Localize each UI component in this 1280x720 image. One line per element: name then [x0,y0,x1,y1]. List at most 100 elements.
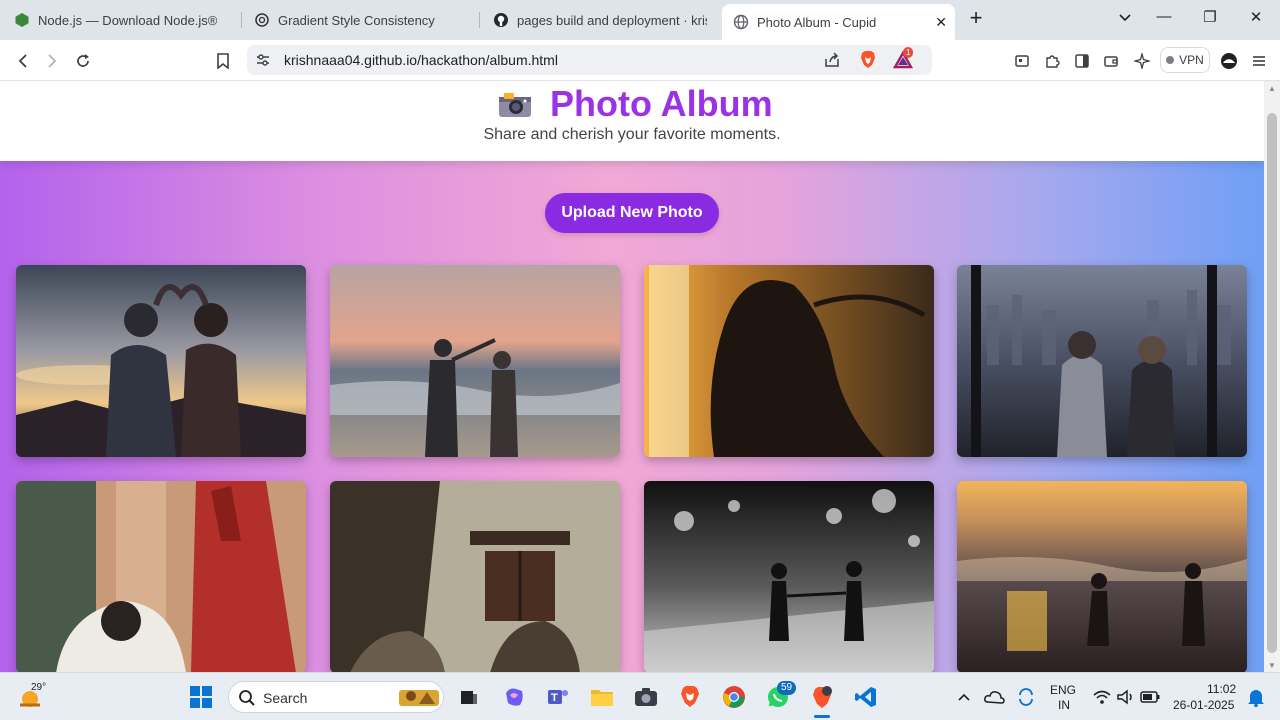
chatgpt-icon [254,12,270,28]
chevron-up-icon [958,693,970,701]
vscode-button[interactable] [852,683,880,711]
page-title: Photo Album [550,83,773,124]
search-highlight-icon [397,684,441,715]
forward-button[interactable] [41,50,63,72]
url-text: krishnaaa04.github.io/hackathon/album.ht… [284,52,558,68]
hamburger-menu-icon [1253,56,1265,66]
menu-button[interactable] [1248,50,1270,72]
battery-icon [1140,691,1160,703]
share-icon[interactable] [823,51,841,74]
tab-strip: Node.js — Download Node.js® Gradient Sty… [0,0,1280,40]
tab-gradient-style[interactable]: Gradient Style Consistency [254,0,472,40]
close-window-button[interactable]: ✕ [1244,8,1268,26]
photo-card[interactable] [957,265,1247,457]
brave-active-button[interactable] [808,683,836,711]
scrollbar-thumb[interactable] [1267,113,1277,653]
photo-card[interactable] [957,481,1247,672]
brave-profile-icon [813,686,832,708]
page-scrollbar[interactable]: ▲ ▼ [1264,81,1280,672]
photo-old-house-vintage [330,481,620,672]
copilot-icon [506,688,523,706]
tab-nodejs[interactable]: Node.js — Download Node.js® [14,0,234,40]
speaker-icon [1117,689,1132,705]
bookmark-button[interactable] [212,50,234,72]
tab-title: Photo Album - Cupid [757,14,877,30]
battery-button[interactable] [1136,683,1164,711]
upload-photo-button[interactable]: Upload New Photo [545,193,719,233]
profile-avatar-icon [1221,53,1237,69]
github-icon [493,12,509,28]
brave-shields-icon[interactable] [859,50,877,75]
tab-github-pages[interactable]: pages build and deployment · krishn [493,0,707,40]
photo-card[interactable] [330,481,620,672]
sync-button[interactable] [1012,683,1040,711]
photo-card[interactable] [330,265,620,457]
address-bar[interactable]: krishnaaa04.github.io/hackathon/album.ht… [247,45,932,75]
brave-browser-icon [681,686,699,707]
profile-button[interactable] [1218,50,1240,72]
minimize-button[interactable]: — [1152,8,1176,25]
tab-search-button[interactable] [1011,50,1033,72]
weather-temperature: 29° [31,682,47,693]
wallet-button[interactable] [1100,50,1122,72]
nodejs-icon [14,12,30,28]
teams-icon: T [548,690,568,704]
new-tab-button[interactable]: + [964,5,988,31]
vpn-label: VPN [1179,53,1204,67]
site-settings-icon[interactable] [255,52,271,73]
brave-taskbar-button[interactable] [676,683,704,711]
clock-time[interactable]: 11:02 [1207,682,1236,696]
restore-button[interactable]: ❐ [1198,8,1222,26]
notifications-button[interactable] [1242,683,1270,711]
photo-card[interactable] [16,481,306,672]
camera-app-button[interactable] [632,683,660,711]
show-hidden-icons-button[interactable] [950,683,978,711]
search-icon [238,689,256,712]
language-code[interactable]: ENG [1050,683,1076,697]
leo-ai-button[interactable] [1131,50,1153,72]
chrome-button[interactable] [720,683,748,711]
scroll-up-arrow-icon[interactable]: ▲ [1268,84,1276,93]
camera-icon [496,89,534,124]
photo-saree-wall [16,481,306,672]
clock-date[interactable]: 26-01-2025 [1173,698,1234,712]
sidebar-icon [1075,54,1089,68]
photo-couple-walking-bw [644,481,934,672]
vpn-button[interactable]: VPN [1160,47,1210,73]
whatsapp-unread-badge: 59 [777,681,797,695]
windows-taskbar: 29° Search T 59 ENG IN 11:02 26-01-2025 [0,672,1280,720]
onedrive-button[interactable] [980,683,1008,711]
taskbar-search-box[interactable]: Search [228,681,444,713]
start-button[interactable] [187,683,215,711]
photo-couple-dancing-beach [330,265,620,457]
language-region[interactable]: IN [1058,698,1070,712]
reload-button[interactable] [72,50,94,72]
back-button[interactable] [12,50,34,72]
photo-card[interactable] [644,265,934,457]
close-tab-icon[interactable]: ✕ [935,14,947,31]
photo-couple-beach-sunset [957,481,1247,672]
sync-icon [1019,688,1033,706]
sidebar-button[interactable] [1071,50,1093,72]
folder-icon [591,690,613,706]
copilot-button[interactable] [500,683,528,711]
search-placeholder: Search [263,690,308,706]
scroll-down-arrow-icon[interactable]: ▼ [1268,661,1276,670]
windows-logo-icon [190,686,212,708]
extensions-button[interactable] [1041,50,1063,72]
teams-button[interactable]: T [544,683,572,711]
photo-card[interactable] [16,265,306,457]
file-explorer-button[interactable] [588,683,616,711]
tab-title: pages build and deployment · krishn [517,12,707,28]
forward-arrow-icon [48,54,57,68]
photo-couple-heart-sunset [16,265,306,457]
sparkle-icon [1134,53,1150,69]
task-view-button[interactable] [455,683,483,711]
tab-search-chevron-icon[interactable] [1113,12,1137,26]
page-subtitle: Share and cherish your favorite moments. [483,126,781,143]
tab-separator [479,12,480,28]
camera-app-icon [635,688,657,706]
photo-card[interactable] [644,481,934,672]
tab-photo-album[interactable]: Photo Album - Cupid ✕ [722,4,955,40]
wallet-icon [1104,56,1118,67]
